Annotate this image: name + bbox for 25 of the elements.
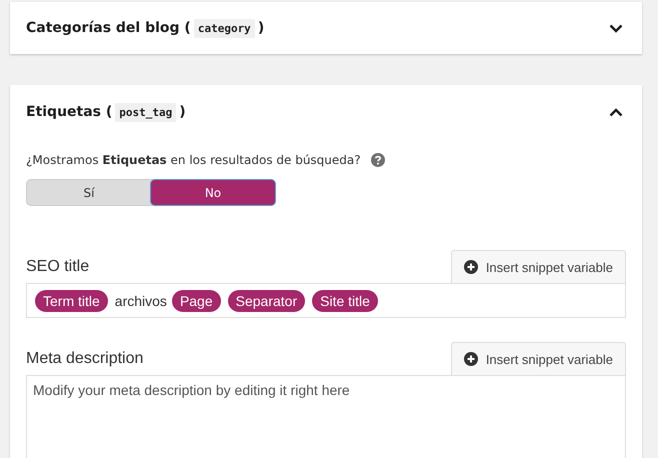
closing-paren: ) xyxy=(179,104,186,120)
title-text: archivos xyxy=(114,292,167,308)
taxonomy-slug: category xyxy=(194,18,255,38)
plus-icon xyxy=(464,352,478,366)
variable-tag: Separator xyxy=(228,290,306,312)
seo-title-field[interactable]: Term title archivos Page Separator Site title xyxy=(26,283,626,318)
meta-description-field[interactable]: Modify your meta description by editing it right here xyxy=(26,375,626,458)
chevron-down-icon[interactable] xyxy=(609,24,623,32)
taxonomy-slug: post_tag xyxy=(115,102,176,122)
variable-tag: Site title xyxy=(312,290,378,312)
variable-tag: Term title xyxy=(35,290,108,312)
toggle-option[interactable]: No xyxy=(151,180,275,205)
field-label: Meta description xyxy=(26,350,144,369)
chevron-up-icon[interactable] xyxy=(609,108,623,116)
plus-icon xyxy=(464,260,478,274)
field-label: SEO title xyxy=(26,258,90,277)
variable-tag: Page xyxy=(172,290,221,312)
panel-title: Categorías del blog ( xyxy=(26,20,191,36)
panel-title: Etiquetas ( xyxy=(26,104,112,120)
insert-variable-button[interactable]: Insert snippet variable xyxy=(450,342,626,375)
closing-paren: ) xyxy=(258,20,264,36)
question-text: ¿Mostramos Etiquetas en los resultados de búsqueda? xyxy=(26,153,361,167)
insert-variable-button[interactable]: Insert snippet variable xyxy=(450,250,626,283)
help-icon[interactable] xyxy=(370,153,385,167)
toggle-option[interactable]: Sí xyxy=(27,180,151,205)
